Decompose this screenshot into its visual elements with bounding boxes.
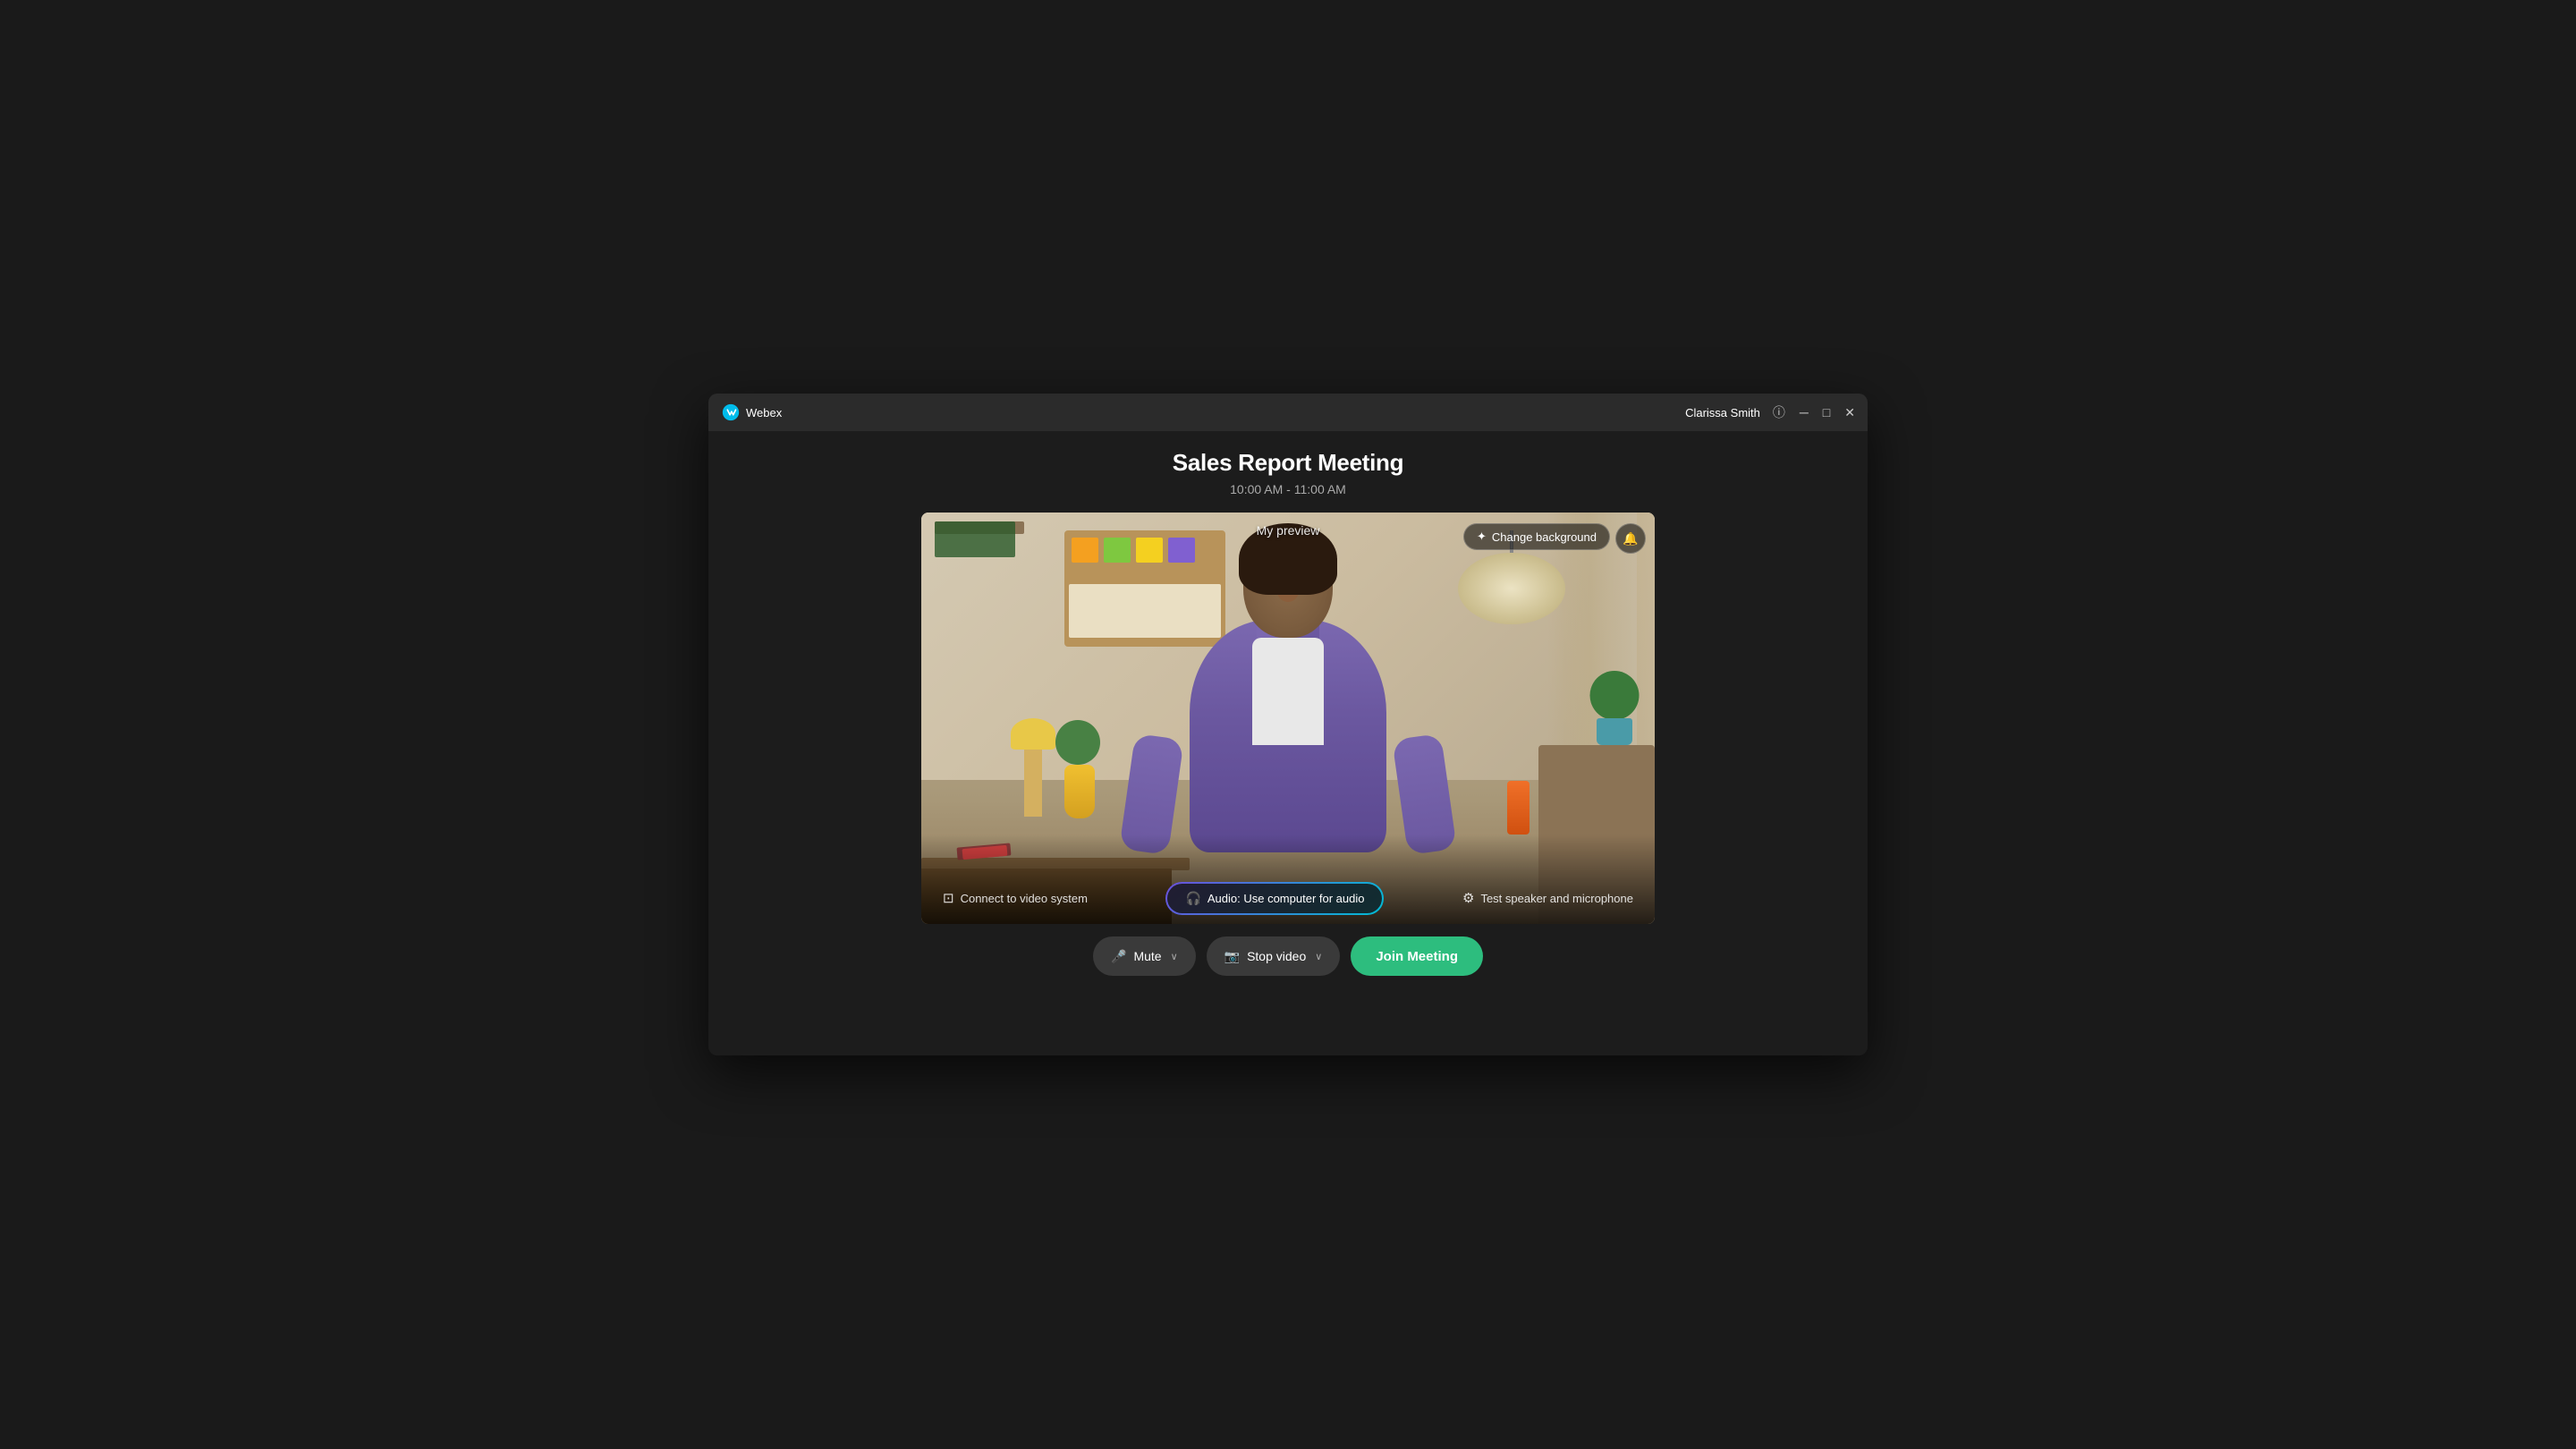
info-button[interactable]: ⓘ xyxy=(1773,406,1785,419)
audio-button[interactable]: 🎧 Audio: Use computer for audio xyxy=(1167,884,1382,913)
stop-video-chevron-icon: ∨ xyxy=(1315,951,1322,962)
app-logo: Webex xyxy=(721,402,782,422)
window-controls: ⓘ ─ □ ✕ xyxy=(1773,406,1855,419)
app-window: Webex Clarissa Smith ⓘ ─ □ ✕ Sales Rep xyxy=(708,394,1868,1055)
headphone-icon: 🎧 xyxy=(1185,891,1200,906)
video-system-icon: ⊡ xyxy=(943,890,954,906)
title-bar-right: Clarissa Smith ⓘ ─ □ ✕ xyxy=(1685,406,1855,419)
main-content: Sales Report Meeting 10:00 AM - 11:00 AM xyxy=(708,431,1868,1055)
close-icon: ✕ xyxy=(1844,405,1855,419)
close-button[interactable]: ✕ xyxy=(1844,406,1855,419)
plant xyxy=(1588,674,1641,745)
maximize-button[interactable]: □ xyxy=(1823,406,1830,419)
gear-icon: ⚙ xyxy=(1462,890,1474,906)
user-name: Clarissa Smith xyxy=(1685,406,1760,419)
connect-video-system-button[interactable]: ⊡ Connect to video system xyxy=(939,885,1091,911)
preview-label: My preview xyxy=(1257,523,1320,538)
webex-logo-icon xyxy=(721,402,741,422)
desk-lamp xyxy=(1011,727,1055,817)
wand-icon: ✦ xyxy=(1477,530,1487,544)
speaker-icon: 🔔 xyxy=(1623,531,1638,547)
change-bg-label: Change background xyxy=(1492,530,1597,544)
mute-chevron-icon: ∨ xyxy=(1171,951,1178,962)
audio-button-wrapper: 🎧 Audio: Use computer for audio xyxy=(1165,882,1384,915)
person-figure xyxy=(1145,530,1431,870)
meeting-time: 10:00 AM - 11:00 AM xyxy=(1230,482,1346,496)
bottom-controls: 🎤 Mute ∨ 📷 Stop video ∨ Join Meeting xyxy=(1093,924,1483,976)
stop-video-button[interactable]: 📷 Stop video ∨ xyxy=(1207,936,1341,976)
camera-icon: 📷 xyxy=(1224,949,1240,964)
video-preview: My preview ✦ Change background 🔔 ⊡ Conne… xyxy=(921,513,1655,924)
join-meeting-button[interactable]: Join Meeting xyxy=(1351,936,1483,976)
maximize-icon: □ xyxy=(1823,405,1830,419)
app-name: Webex xyxy=(746,406,782,419)
meeting-title: Sales Report Meeting xyxy=(1173,449,1403,477)
test-audio-button[interactable]: ⚙ Test speaker and microphone xyxy=(1459,885,1637,911)
mic-icon: 🎤 xyxy=(1111,949,1126,964)
minimize-icon: ─ xyxy=(1800,405,1809,419)
mute-button[interactable]: 🎤 Mute ∨ xyxy=(1093,936,1196,976)
video-bottom-bar: ⊡ Connect to video system 🎧 Audio: Use c… xyxy=(921,872,1655,924)
title-bar: Webex Clarissa Smith ⓘ ─ □ ✕ xyxy=(708,394,1868,431)
info-icon: ⓘ xyxy=(1773,405,1785,419)
change-background-button[interactable]: ✦ Change background xyxy=(1463,523,1610,550)
minimize-button[interactable]: ─ xyxy=(1800,406,1809,419)
speaker-button[interactable]: 🔔 xyxy=(1615,523,1646,554)
